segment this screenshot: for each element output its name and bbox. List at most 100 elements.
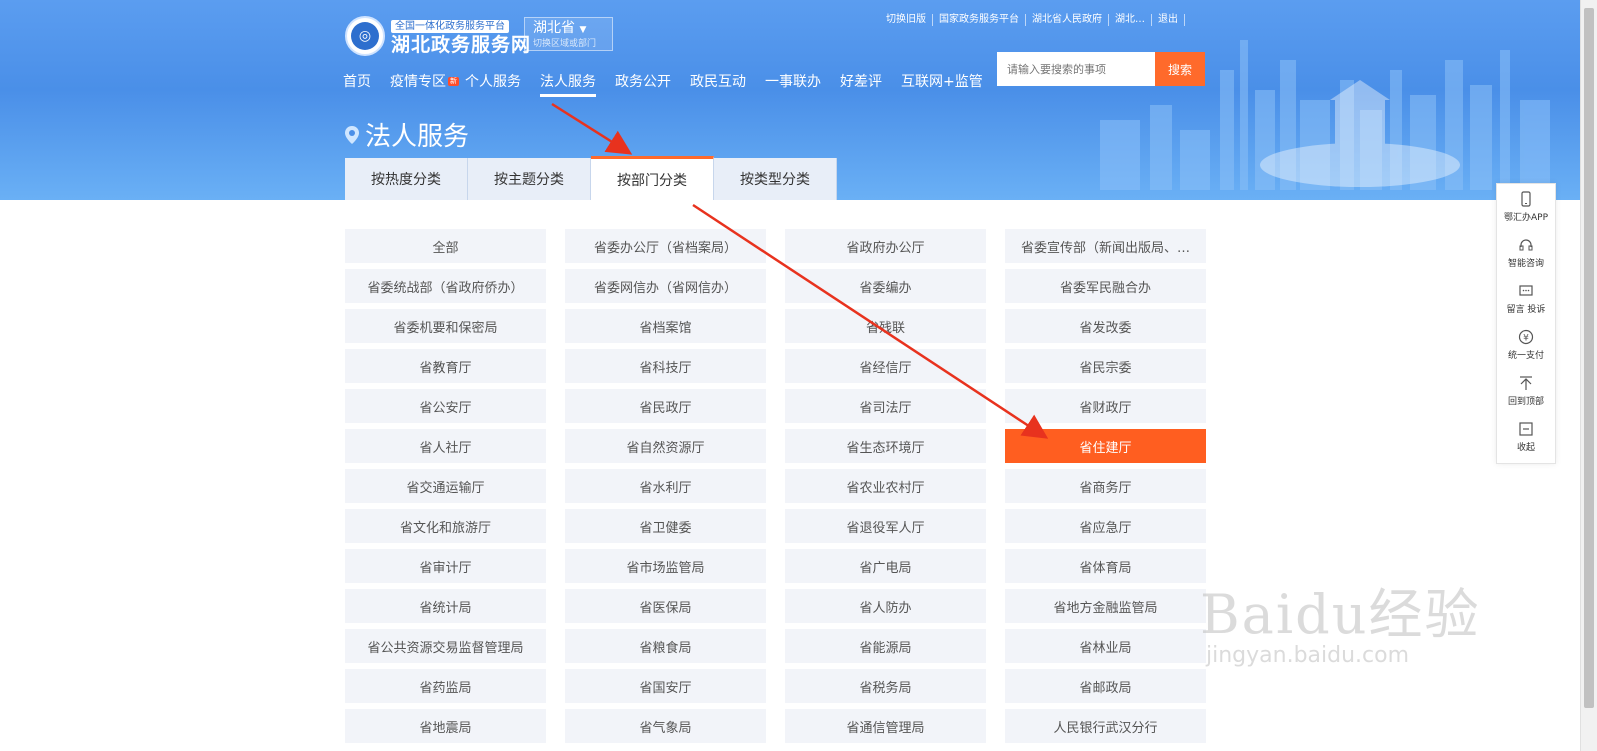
department-item[interactable]: 省粮食局 [565, 629, 766, 663]
department-item[interactable]: 省财政厅 [1005, 389, 1206, 423]
toolbar-message[interactable]: 留言 投诉 [1497, 276, 1555, 322]
scrollbar-thumb[interactable] [1584, 8, 1594, 708]
toolbar-collapse[interactable]: 收起 [1497, 414, 1555, 460]
toolbar-message-label: 留言 投诉 [1506, 305, 1546, 315]
page-scrollbar[interactable] [1580, 0, 1597, 751]
region-selector[interactable]: 湖北省 ▼ 切换区域或部门 [524, 17, 613, 51]
department-item[interactable]: 省税务局 [785, 669, 986, 703]
tab-by-department[interactable]: 按部门分类 [591, 156, 714, 200]
department-item[interactable]: 省自然资源厅 [565, 429, 766, 463]
department-item[interactable]: 省政府办公厅 [785, 229, 986, 263]
department-item[interactable]: 省能源局 [785, 629, 986, 663]
department-item[interactable]: 省民宗委 [1005, 349, 1206, 383]
department-item[interactable]: 省通信管理局 [785, 709, 986, 743]
nav-one-stop[interactable]: 一事联办 [765, 73, 821, 91]
department-item[interactable]: 省卫健委 [565, 509, 766, 543]
toolbar-app[interactable]: 鄂汇办APP [1497, 184, 1555, 230]
department-item[interactable]: 省委机要和保密局 [345, 309, 546, 343]
toolbar-payment[interactable]: ¥ 统一支付 [1497, 322, 1555, 368]
logo-title: 湖北政务服务网 [391, 34, 532, 56]
nav-internet-supervision[interactable]: 互联网+监管 [901, 73, 983, 91]
department-item[interactable]: 省司法厅 [785, 389, 986, 423]
department-item[interactable]: 省农业农村厅 [785, 469, 986, 503]
department-item[interactable]: 省市场监管局 [565, 549, 766, 583]
department-item[interactable]: 省审计厅 [345, 549, 546, 583]
page-title-block: 法人服务 [345, 116, 469, 153]
department-item[interactable]: 省公安厅 [345, 389, 546, 423]
department-item[interactable]: 省交通运输厅 [345, 469, 546, 503]
department-item[interactable]: 省生态环境厅 [785, 429, 986, 463]
link-logout[interactable]: 退出 [1152, 14, 1185, 26]
department-item[interactable]: 省教育厅 [345, 349, 546, 383]
collapse-icon [1519, 422, 1533, 436]
department-item[interactable]: 省医保局 [565, 589, 766, 623]
nav-epidemic[interactable]: 疫情专区 新 [390, 73, 459, 91]
department-item[interactable]: 省邮政局 [1005, 669, 1206, 703]
search-bar: 搜索 [997, 52, 1205, 86]
search-input[interactable] [997, 52, 1155, 86]
department-item[interactable]: 省民政厅 [565, 389, 766, 423]
department-item[interactable]: 省气象局 [565, 709, 766, 743]
nav-government-affairs[interactable]: 政务公开 [615, 73, 671, 91]
department-item[interactable]: 省委办公厅（省档案局） [565, 229, 766, 263]
department-item[interactable]: 省委宣传部（新闻出版局、… [1005, 229, 1206, 263]
nav-evaluation[interactable]: 好差评 [840, 73, 882, 91]
baidu-watermark: Baidu经验 jingyan.baidu.com [1200, 570, 1481, 668]
search-button[interactable]: 搜索 [1155, 52, 1205, 86]
department-item[interactable]: 省水利厅 [565, 469, 766, 503]
toolbar-back-to-top-label: 回到顶部 [1507, 397, 1544, 407]
department-item[interactable]: 省住建厅 [1005, 429, 1206, 463]
department-item[interactable]: 省经信厅 [785, 349, 986, 383]
department-item[interactable]: 省发改委 [1005, 309, 1206, 343]
department-item[interactable]: 省广电局 [785, 549, 986, 583]
department-item[interactable]: 省委统战部（省政府侨办） [345, 269, 546, 303]
department-item[interactable]: 省地方金融监管局 [1005, 589, 1206, 623]
department-item[interactable]: 省人防办 [785, 589, 986, 623]
department-item[interactable]: 省档案馆 [565, 309, 766, 343]
toolbar-back-to-top[interactable]: 回到顶部 [1497, 368, 1555, 414]
tab-by-topic[interactable]: 按主题分类 [468, 158, 591, 200]
yuan-icon: ¥ [1518, 329, 1534, 345]
nav-interaction[interactable]: 政民互动 [690, 73, 746, 91]
department-item[interactable]: 省应急厅 [1005, 509, 1206, 543]
department-item[interactable]: 省委军民融合办 [1005, 269, 1206, 303]
link-user-account[interactable]: 湖北… [1109, 14, 1152, 26]
department-item[interactable]: 人民银行武汉分行 [1005, 709, 1206, 743]
department-item[interactable]: 省人社厅 [345, 429, 546, 463]
department-item[interactable]: 省林业局 [1005, 629, 1206, 663]
department-item[interactable]: 省药监局 [345, 669, 546, 703]
department-item[interactable]: 省商务厅 [1005, 469, 1206, 503]
department-item[interactable]: 省文化和旅游厅 [345, 509, 546, 543]
site-logo[interactable]: ◎ 全国一体化政务服务平台 湖北政务服务网 [345, 14, 531, 57]
department-item[interactable]: 省委网信办（省网信办） [565, 269, 766, 303]
department-item[interactable]: 省公共资源交易监督管理局 [345, 629, 546, 663]
region-name: 湖北省 [533, 20, 575, 36]
department-item[interactable]: 省统计局 [345, 589, 546, 623]
department-item[interactable]: 省科技厅 [565, 349, 766, 383]
nav-personal-services[interactable]: 个人服务 [465, 73, 521, 91]
department-item[interactable]: 全部 [345, 229, 546, 263]
department-item[interactable]: 省退役军人厅 [785, 509, 986, 543]
tab-by-type[interactable]: 按类型分类 [714, 158, 837, 200]
link-old-version[interactable]: 切换旧版 [880, 14, 933, 26]
department-item[interactable]: 省委编办 [785, 269, 986, 303]
watermark-main: Baidu经验 [1200, 583, 1481, 646]
category-tabs: 按热度分类 按主题分类 按部门分类 按类型分类 [345, 156, 837, 200]
link-national-platform[interactable]: 国家政务服务平台 [933, 14, 1026, 26]
back-to-top-icon [1520, 376, 1532, 390]
department-item[interactable]: 省体育局 [1005, 549, 1206, 583]
department-item[interactable]: 省地震局 [345, 709, 546, 743]
government-emblem-icon: ◎ [345, 15, 385, 56]
floating-toolbar: 鄂汇办APP 智能咨询 留言 投诉 ¥ 统一支付 回到顶部 收起 [1496, 183, 1556, 464]
top-links: 切换旧版 国家政务服务平台 湖北省人民政府 湖北… 退出 [880, 14, 1185, 26]
department-grid: 全部 省委办公厅（省档案局） 省政府办公厅 省委宣传部（新闻出版局、… 省委统战部（省政… [345, 229, 1206, 743]
nav-legal-entity-services[interactable]: 法人服务 [540, 73, 596, 97]
toolbar-consult[interactable]: 智能咨询 [1497, 230, 1555, 276]
nav-home[interactable]: 首页 [343, 73, 371, 91]
link-provincial-government[interactable]: 湖北省人民政府 [1026, 14, 1109, 26]
tab-by-popularity[interactable]: 按热度分类 [345, 158, 468, 200]
headset-icon [1519, 239, 1533, 251]
department-item[interactable]: 省残联 [785, 309, 986, 343]
region-hint: 切换区域或部门 [533, 39, 597, 49]
department-item[interactable]: 省国安厅 [565, 669, 766, 703]
